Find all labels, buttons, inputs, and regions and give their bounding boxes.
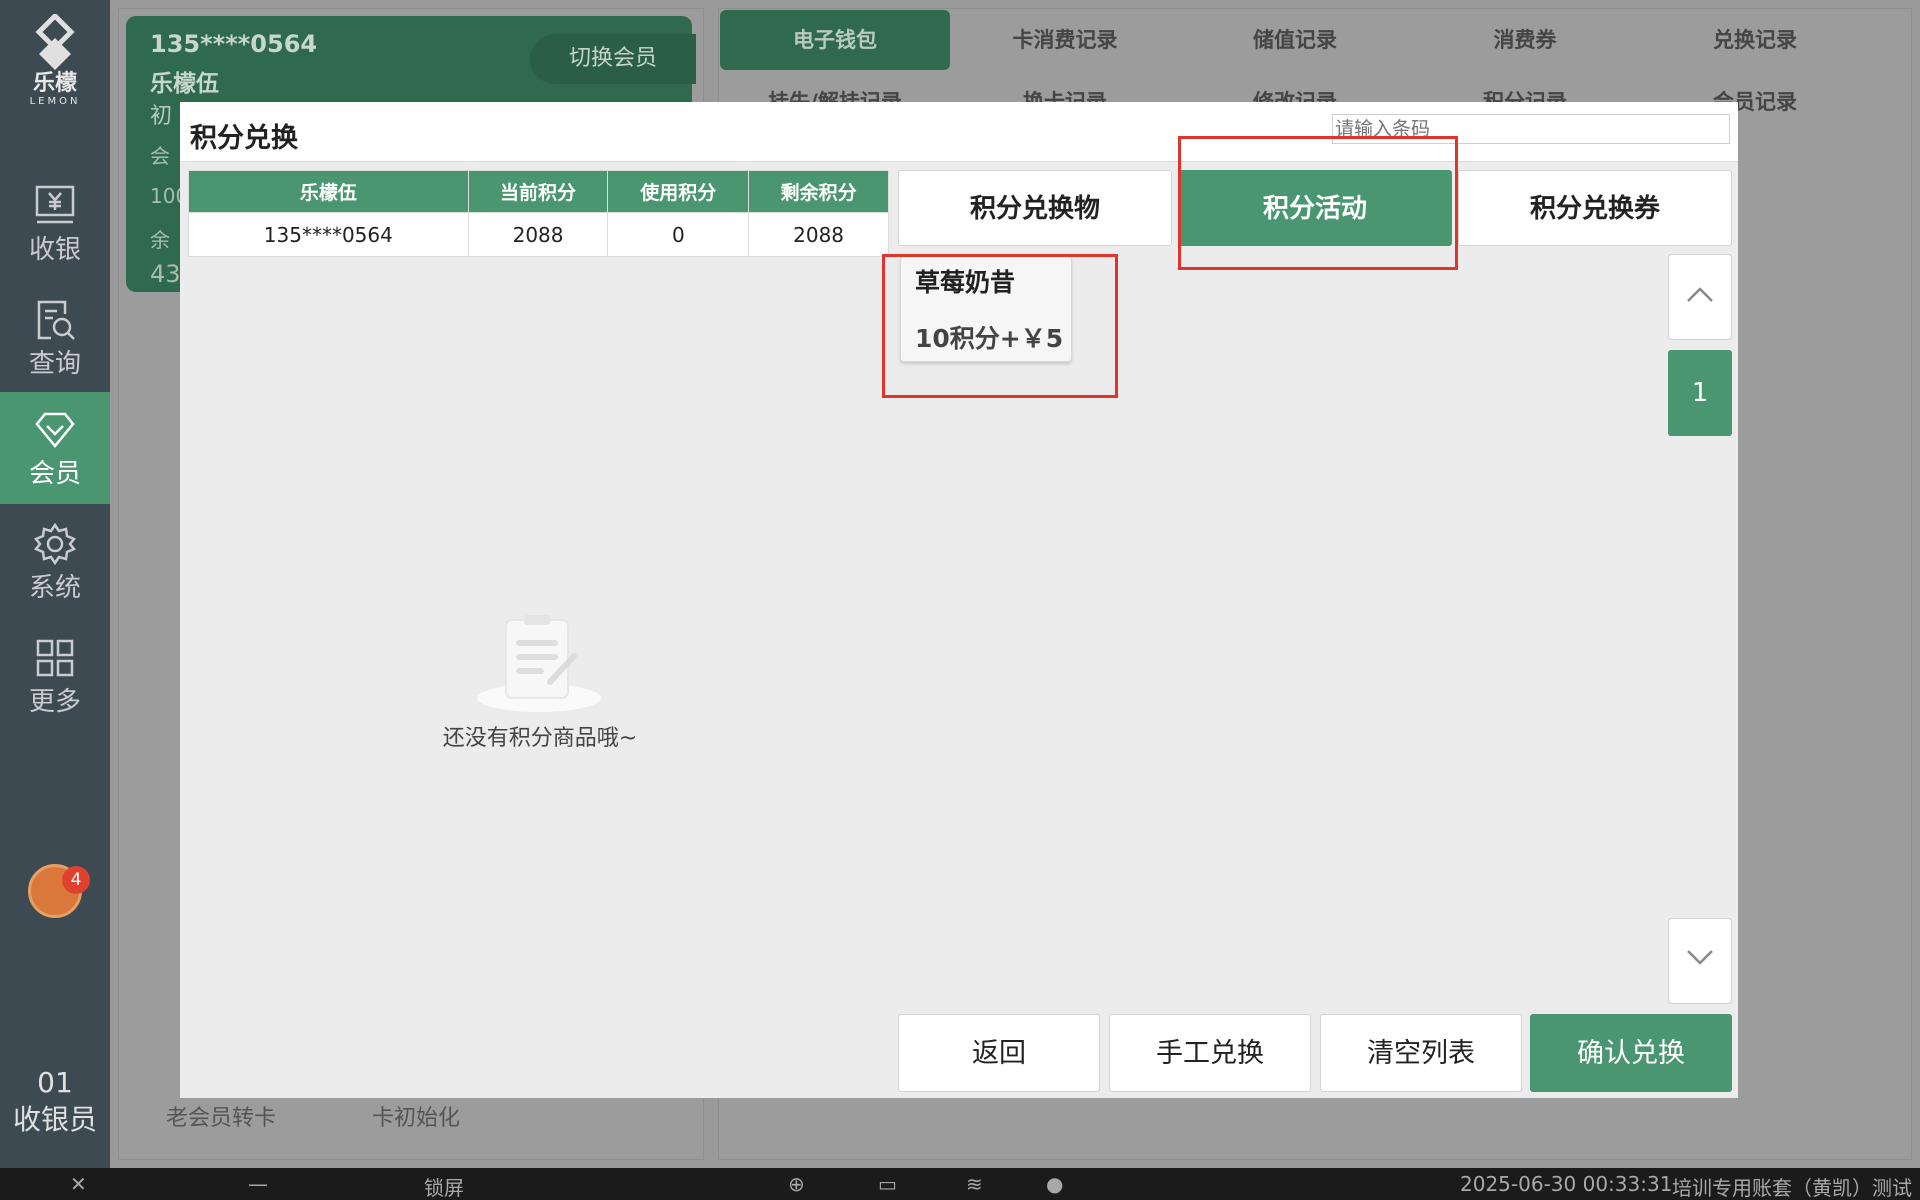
highlight-box-goods-card [882,254,1118,398]
lemon-logo-icon [35,14,75,70]
notification-badge: 4 [62,866,90,894]
current-points-cell: 2088 [467,212,609,257]
sidebar: 乐檬 LEMON 收银 查询 会员 系统 更多 4 01 收银员 [0,0,110,1168]
tab-exchange-records[interactable]: 兑换记录 [1640,10,1870,70]
member-card-line: 余 [150,228,170,252]
column-header-used-points: 使用积分 [607,170,750,213]
empty-clipboard-icon [477,615,601,712]
column-header-remaining-points: 剩余积分 [748,170,889,213]
app-logo: 乐檬 LEMON [0,14,110,124]
logo-text: 乐檬 [32,71,77,96]
page-up-button[interactable] [1668,254,1732,340]
sidebar-item-cashier[interactable]: 收银 [0,168,110,280]
tab-points-goods[interactable]: 积分兑换物 [898,170,1172,246]
member-phone-cell: 135****0564 [188,212,469,257]
tab-points-coupons[interactable]: 积分兑换券 [1458,170,1732,246]
sidebar-item-label: 更多 [28,687,81,717]
page-down-button[interactable] [1668,918,1732,1004]
cashier-label: 收银员 [12,1103,97,1136]
chevron-up-icon [1687,287,1713,302]
taskbar-datetime: 2025-06-30 00:33:31 [1460,1172,1673,1196]
monitor-icon: ▭ [878,1172,897,1196]
highlight-box-activity-tab [1178,136,1458,270]
remaining-points-cell: 2088 [748,212,889,257]
dialog-header: 积分兑换 [180,102,1738,162]
points-summary-table: 乐檬伍 当前积分 使用积分 剩余积分 135****0564 2088 0 20… [188,170,889,257]
member-card-line: 43 [150,260,181,288]
sidebar-item-system[interactable]: 系统 [0,506,110,618]
back-button[interactable]: 返回 [898,1014,1100,1092]
tab-card-consume-records[interactable]: 卡消费记录 [950,10,1180,70]
diamond-icon [35,412,75,448]
cashier-icon [35,185,75,224]
chevron-down-icon [1687,950,1713,965]
taskbar-account: 培训专用账套（黄凯）测试 [1672,1176,1912,1200]
wifi-icon: ≋ [966,1172,983,1196]
member-name: 乐檬伍 [150,71,219,97]
search-doc-icon [37,300,75,340]
tab-deposit-records[interactable]: 储值记录 [1180,10,1410,70]
sidebar-item-label: 会员 [28,459,81,489]
member-tier: 初 [150,104,173,129]
gear-icon [33,522,77,566]
manual-exchange-button[interactable]: 手工兑换 [1109,1014,1311,1092]
sidebar-item-label: 系统 [28,573,81,603]
confirm-exchange-button[interactable]: 确认兑换 [1530,1014,1732,1092]
minimize-icon[interactable]: — [248,1172,268,1196]
member-card-line: 会 [150,144,170,168]
logo-subtext: LEMON [29,96,81,107]
empty-goods-message: 还没有积分商品哦~ [442,726,638,751]
lock-screen-button[interactable]: 锁屏 [424,1172,464,1200]
sidebar-item-query[interactable]: 查询 [0,282,110,394]
column-header-member: 乐檬伍 [188,170,469,213]
cashier-number: 01 [37,1066,73,1099]
grid-icon [36,639,74,677]
card-init-link[interactable]: 卡初始化 [372,1100,460,1132]
points-exchange-dialog: 积分兑换 乐檬伍 当前积分 使用积分 剩余积分 135****0564 2088… [180,102,1738,1098]
dialog-title: 积分兑换 [190,123,298,154]
network-globe-icon: ⊕ [788,1172,805,1196]
sidebar-item-more[interactable]: 更多 [0,620,110,732]
old-member-transfer-link[interactable]: 老会员转卡 [166,1100,276,1132]
member-phone: 135****0564 [150,30,318,58]
taskbar: ✕ — 锁屏 ⊕ ▭ ≋ ● 2025-06-30 00:33:31 培训专用账… [0,1168,1920,1200]
sidebar-item-label: 查询 [28,349,81,379]
tab-coupons[interactable]: 消费券 [1410,10,1640,70]
status-dot-icon: ● [1046,1172,1064,1196]
sidebar-item-member[interactable]: 会员 [0,392,110,504]
used-points-cell: 0 [607,212,750,257]
table-row: 135****0564 2088 0 2088 [188,212,889,257]
table-header-row: 乐檬伍 当前积分 使用积分 剩余积分 [188,170,889,213]
current-page-indicator: 1 [1668,350,1732,436]
clear-list-button[interactable]: 清空列表 [1320,1014,1522,1092]
tab-e-wallet[interactable]: 电子钱包 [720,10,950,70]
close-icon[interactable]: ✕ [70,1172,87,1196]
column-header-current-points: 当前积分 [467,170,609,213]
sidebar-item-label: 收银 [28,235,81,265]
switch-member-button[interactable]: 切换会员 [530,34,696,84]
